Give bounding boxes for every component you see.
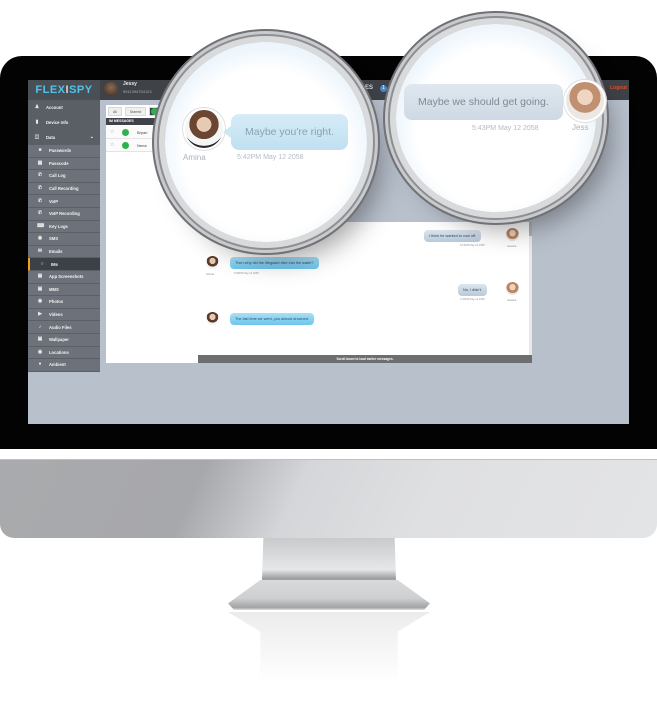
phone-icon: ✆: [37, 172, 43, 179]
user-icon: ♟: [34, 103, 40, 110]
notification-badge: 1: [380, 85, 387, 92]
sender-name: Jessica: [507, 244, 517, 248]
sidebar-item-audio-files[interactable]: ♪ Audio Files: [28, 321, 100, 334]
stand-reflection: [228, 612, 430, 682]
video-icon: ▶: [38, 311, 42, 318]
keypad-icon: ▦: [37, 159, 43, 166]
whatsapp-icon: [151, 108, 159, 115]
chat-panel: I think he wanted to cool off. 5:13PM Ma…: [198, 222, 532, 362]
sidebar-item-account[interactable]: ♟ Account: [28, 100, 100, 115]
sidebar-item-locations[interactable]: ◉ Locations: [28, 347, 100, 360]
sidebar-item-device-info[interactable]: ▮ Device Info: [28, 115, 100, 130]
message-bubble-outgoing: No, I didn't.: [458, 284, 488, 296]
bubble-tail: [223, 126, 231, 138]
avatar-amina: [206, 312, 219, 325]
monitor-chin: [0, 460, 657, 538]
im-icon: ○: [40, 260, 44, 267]
sidebar-item-videos[interactable]: ▶ Videos: [28, 309, 100, 322]
device-user-name: Jessy: [123, 81, 137, 87]
tab-starred[interactable]: Starred: [124, 107, 147, 116]
chat-scrollbar[interactable]: [529, 222, 532, 355]
message-bubble-incoming: Then why did the lifeguard dive into the…: [230, 257, 319, 269]
avatar-amina-large: [183, 108, 225, 150]
speaker-icon: ♪: [38, 323, 42, 330]
sidebar-item-ims[interactable]: ○ IMs: [28, 258, 100, 271]
im-filter-tabs: All Starred Wh: [108, 107, 170, 116]
database-icon: ◫: [34, 133, 40, 140]
sidebar-item-passwords[interactable]: ■ Passwords: [28, 145, 100, 158]
sidebar: ♟ Account ▮ Device Info ◫ Data ⌄ ■ Passwords …: [28, 100, 100, 372]
location-pin-icon: ◉: [37, 348, 43, 355]
sidebar-item-photos[interactable]: ◉ Photos: [28, 296, 100, 309]
avatar-amina: [206, 256, 219, 269]
bubble-tail: [550, 96, 558, 108]
flexispy-logo[interactable]: FLEXISPY: [28, 80, 100, 100]
keyboard-icon: ⌨: [37, 222, 45, 229]
magnified-bubble-outgoing: Maybe we should get going.: [404, 84, 563, 120]
star-icon[interactable]: ☆: [110, 142, 118, 148]
sender-name: Amina: [206, 272, 214, 276]
logout-link[interactable]: Logout: [610, 85, 627, 91]
load-earlier-messages-bar[interactable]: Scroll down to load earlier messages.: [198, 355, 532, 363]
sidebar-item-wallpaper[interactable]: ▣ Wallpaper: [28, 334, 100, 347]
sender-name: Jessica: [507, 298, 517, 302]
magnifier-lens-left: Amina Maybe you're right. 5:42PM May 12 …: [165, 42, 367, 242]
tab-whatsapp[interactable]: Wh: [149, 107, 170, 116]
user-avatar[interactable]: [104, 82, 118, 96]
nav-messages-link[interactable]: ES: [365, 85, 373, 91]
envelope-icon: ✉: [37, 248, 43, 255]
message-time: 5:05PM May 12 2058: [234, 272, 259, 275]
sidebar-item-ambient[interactable]: ● Ambient: [28, 359, 100, 372]
sidebar-item-call-log[interactable]: ✆ Call Log: [28, 170, 100, 183]
sidebar-item-emails[interactable]: ✉ Emails: [28, 246, 100, 259]
chevron-down-icon: ⌄: [89, 134, 94, 140]
tab-all[interactable]: All: [108, 107, 122, 116]
sidebar-item-sms[interactable]: ◉ SMS: [28, 233, 100, 246]
sidebar-item-mms[interactable]: ▣ MMS: [28, 284, 100, 297]
device-icon: ▮: [35, 118, 39, 125]
sender-name-large: Amina: [183, 153, 206, 162]
whatsapp-icon: [122, 141, 129, 149]
message-time: 4:45PM May 12 2058: [460, 298, 485, 301]
magnified-time: 5:42PM May 12 2058: [237, 154, 304, 161]
camera-icon: ◉: [37, 298, 43, 305]
sidebar-item-call-recording[interactable]: ✆ Call Recording: [28, 183, 100, 196]
image-icon: ▣: [37, 336, 43, 343]
avatar-jessica: [506, 228, 519, 241]
star-icon[interactable]: ☆: [110, 129, 118, 135]
call-recording-icon: ✆: [37, 185, 43, 192]
sidebar-item-key-logs[interactable]: ⌨ Key Logs: [28, 221, 100, 234]
avatar-jessica: [506, 282, 519, 295]
sidebar-item-data[interactable]: ◫ Data ⌄: [28, 130, 100, 145]
sender-name-large: Jess: [572, 123, 589, 132]
monitor-stand-foot: [228, 580, 430, 610]
chat-bubble-icon: ◉: [37, 235, 43, 242]
voip-icon: ✆: [37, 197, 43, 204]
avatar-jess-large: [564, 80, 606, 122]
magnified-time: 5:43PM May 12 2058: [472, 125, 539, 132]
device-phone-number: 9911394754123: [123, 89, 152, 94]
message-bubble-incoming: The last time we went, you almost drowne…: [230, 313, 314, 325]
lock-icon: ■: [38, 147, 42, 154]
magnifier-lens-right: Maybe we should get going. 5:43PM May 12…: [396, 24, 606, 212]
sidebar-item-app-screenshots[interactable]: ▣ App Screenshots: [28, 271, 100, 284]
whatsapp-icon: [122, 128, 129, 136]
screenshot-icon: ▣: [37, 273, 43, 280]
magnified-bubble-incoming: Maybe you're right.: [231, 114, 348, 150]
scrollbar-thumb[interactable]: [529, 222, 532, 236]
voip-recording-icon: ✆: [37, 210, 43, 217]
microphone-icon: ●: [38, 361, 42, 368]
message-time: 5:13PM May 12 2058: [460, 244, 485, 247]
sidebar-item-voip[interactable]: ✆ VoIP: [28, 195, 100, 208]
sidebar-item-voip-recording[interactable]: ✆ VoIP Recording: [28, 208, 100, 221]
mms-icon: ▣: [37, 285, 43, 292]
sidebar-item-passcode[interactable]: ▦ Passcode: [28, 158, 100, 171]
message-bubble-outgoing: I think he wanted to cool off.: [424, 230, 482, 242]
